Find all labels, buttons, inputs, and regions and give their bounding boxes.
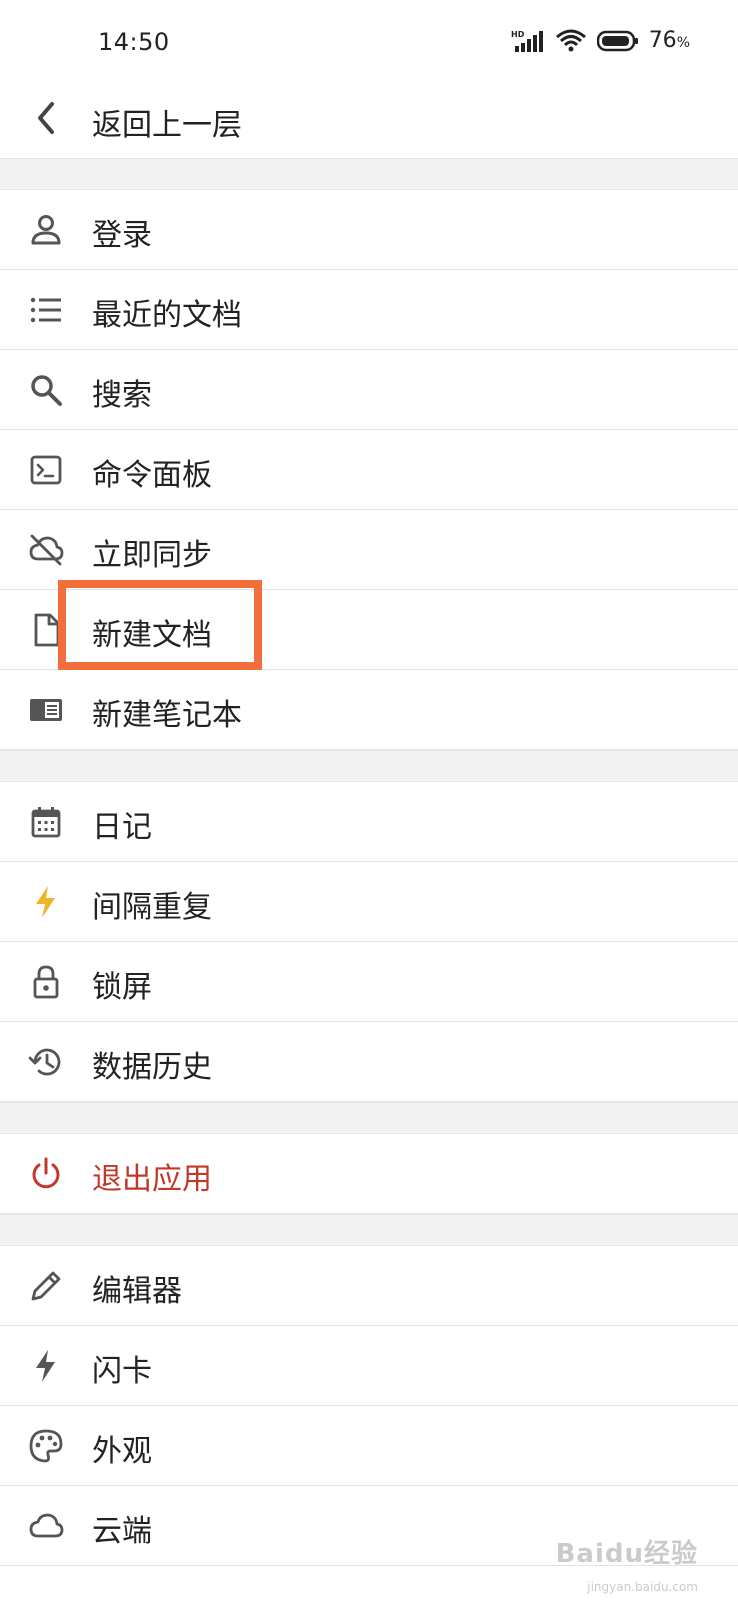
list-icon — [28, 292, 64, 328]
lock-icon — [28, 964, 64, 1000]
section-divider — [0, 750, 738, 782]
menu-item-appearance[interactable]: 外观 — [0, 1406, 738, 1486]
menu-item-label: 数据历史 — [92, 1050, 212, 1085]
status-time: 14:50 — [98, 28, 170, 56]
menu-item-spaced-repetition[interactable]: 间隔重复 — [0, 862, 738, 942]
menu-item-flashcards[interactable]: 闪卡 — [0, 1326, 738, 1406]
pencil-icon — [28, 1268, 64, 1304]
menu-item-label: 编辑器 — [92, 1274, 182, 1309]
menu-item-new-document[interactable]: 新建文档 — [0, 590, 738, 670]
cloud-icon — [28, 1508, 64, 1544]
menu-item-label: 新建笔记本 — [92, 698, 242, 733]
notebook-icon — [28, 692, 64, 728]
section-divider — [0, 1214, 738, 1246]
menu-item-sync-now[interactable]: 立即同步 — [0, 510, 738, 590]
history-icon — [28, 1044, 64, 1080]
watermark-logo: Baidu经验 — [555, 1539, 698, 1569]
wifi-icon — [555, 29, 587, 53]
document-icon — [28, 612, 64, 648]
menu-item-label: 外观 — [92, 1434, 152, 1469]
section-divider — [0, 1102, 738, 1134]
palette-icon — [28, 1428, 64, 1464]
menu-item-label: 新建文档 — [92, 618, 212, 653]
back-label: 返回上一层 — [92, 108, 242, 143]
menu-item-label: 日记 — [92, 810, 152, 845]
menu-item-login[interactable]: 登录 — [0, 190, 738, 270]
menu-item-lock-screen[interactable]: 锁屏 — [0, 942, 738, 1022]
menu-item-label: 最近的文档 — [92, 298, 242, 333]
menu-item-label: 登录 — [92, 218, 152, 253]
menu-item-search[interactable]: 搜索 — [0, 350, 738, 430]
terminal-icon — [28, 452, 64, 488]
search-icon — [28, 372, 64, 408]
power-icon — [28, 1156, 64, 1192]
bolt-icon — [28, 884, 64, 920]
menu-item-label: 搜索 — [92, 378, 152, 413]
menu-item-editor[interactable]: 编辑器 — [0, 1246, 738, 1326]
menu-item-new-notebook[interactable]: 新建笔记本 — [0, 670, 738, 750]
watermark-url: jingyan.baidu.com — [587, 1580, 698, 1594]
back-header[interactable]: 返回上一层 — [0, 82, 738, 158]
menu-item-label: 退出应用 — [92, 1162, 212, 1197]
section-divider — [0, 158, 738, 190]
menu-item-label: 云端 — [92, 1514, 152, 1549]
battery-icon — [596, 30, 639, 52]
menu-item-label: 闪卡 — [92, 1354, 152, 1389]
menu-item-label: 立即同步 — [92, 538, 212, 573]
menu-item-recent-docs[interactable]: 最近的文档 — [0, 270, 738, 350]
calendar-icon — [28, 804, 64, 840]
battery-percent: 76% — [648, 28, 690, 53]
status-bar: 14:50 HD 76% — [0, 0, 738, 82]
app-screen: 14:50 HD 76% 返回上一层 登录 最近的文档 搜索 命令面板 立即同步… — [0, 0, 738, 1600]
flash-icon — [28, 1348, 64, 1384]
status-icons: HD 76% — [511, 28, 690, 53]
menu-item-data-history[interactable]: 数据历史 — [0, 1022, 738, 1102]
menu-item-command-palette[interactable]: 命令面板 — [0, 430, 738, 510]
person-icon — [28, 212, 64, 248]
signal-icon: HD — [511, 29, 545, 53]
menu-item-exit-app[interactable]: 退出应用 — [0, 1134, 738, 1214]
menu-item-label: 锁屏 — [92, 970, 152, 1005]
chevron-left-icon[interactable] — [32, 98, 60, 138]
cloud-off-icon — [28, 532, 64, 568]
network-label: HD — [511, 30, 525, 39]
menu-item-label: 命令面板 — [92, 458, 212, 493]
menu-item-diary[interactable]: 日记 — [0, 782, 738, 862]
menu-item-label: 间隔重复 — [92, 890, 212, 925]
